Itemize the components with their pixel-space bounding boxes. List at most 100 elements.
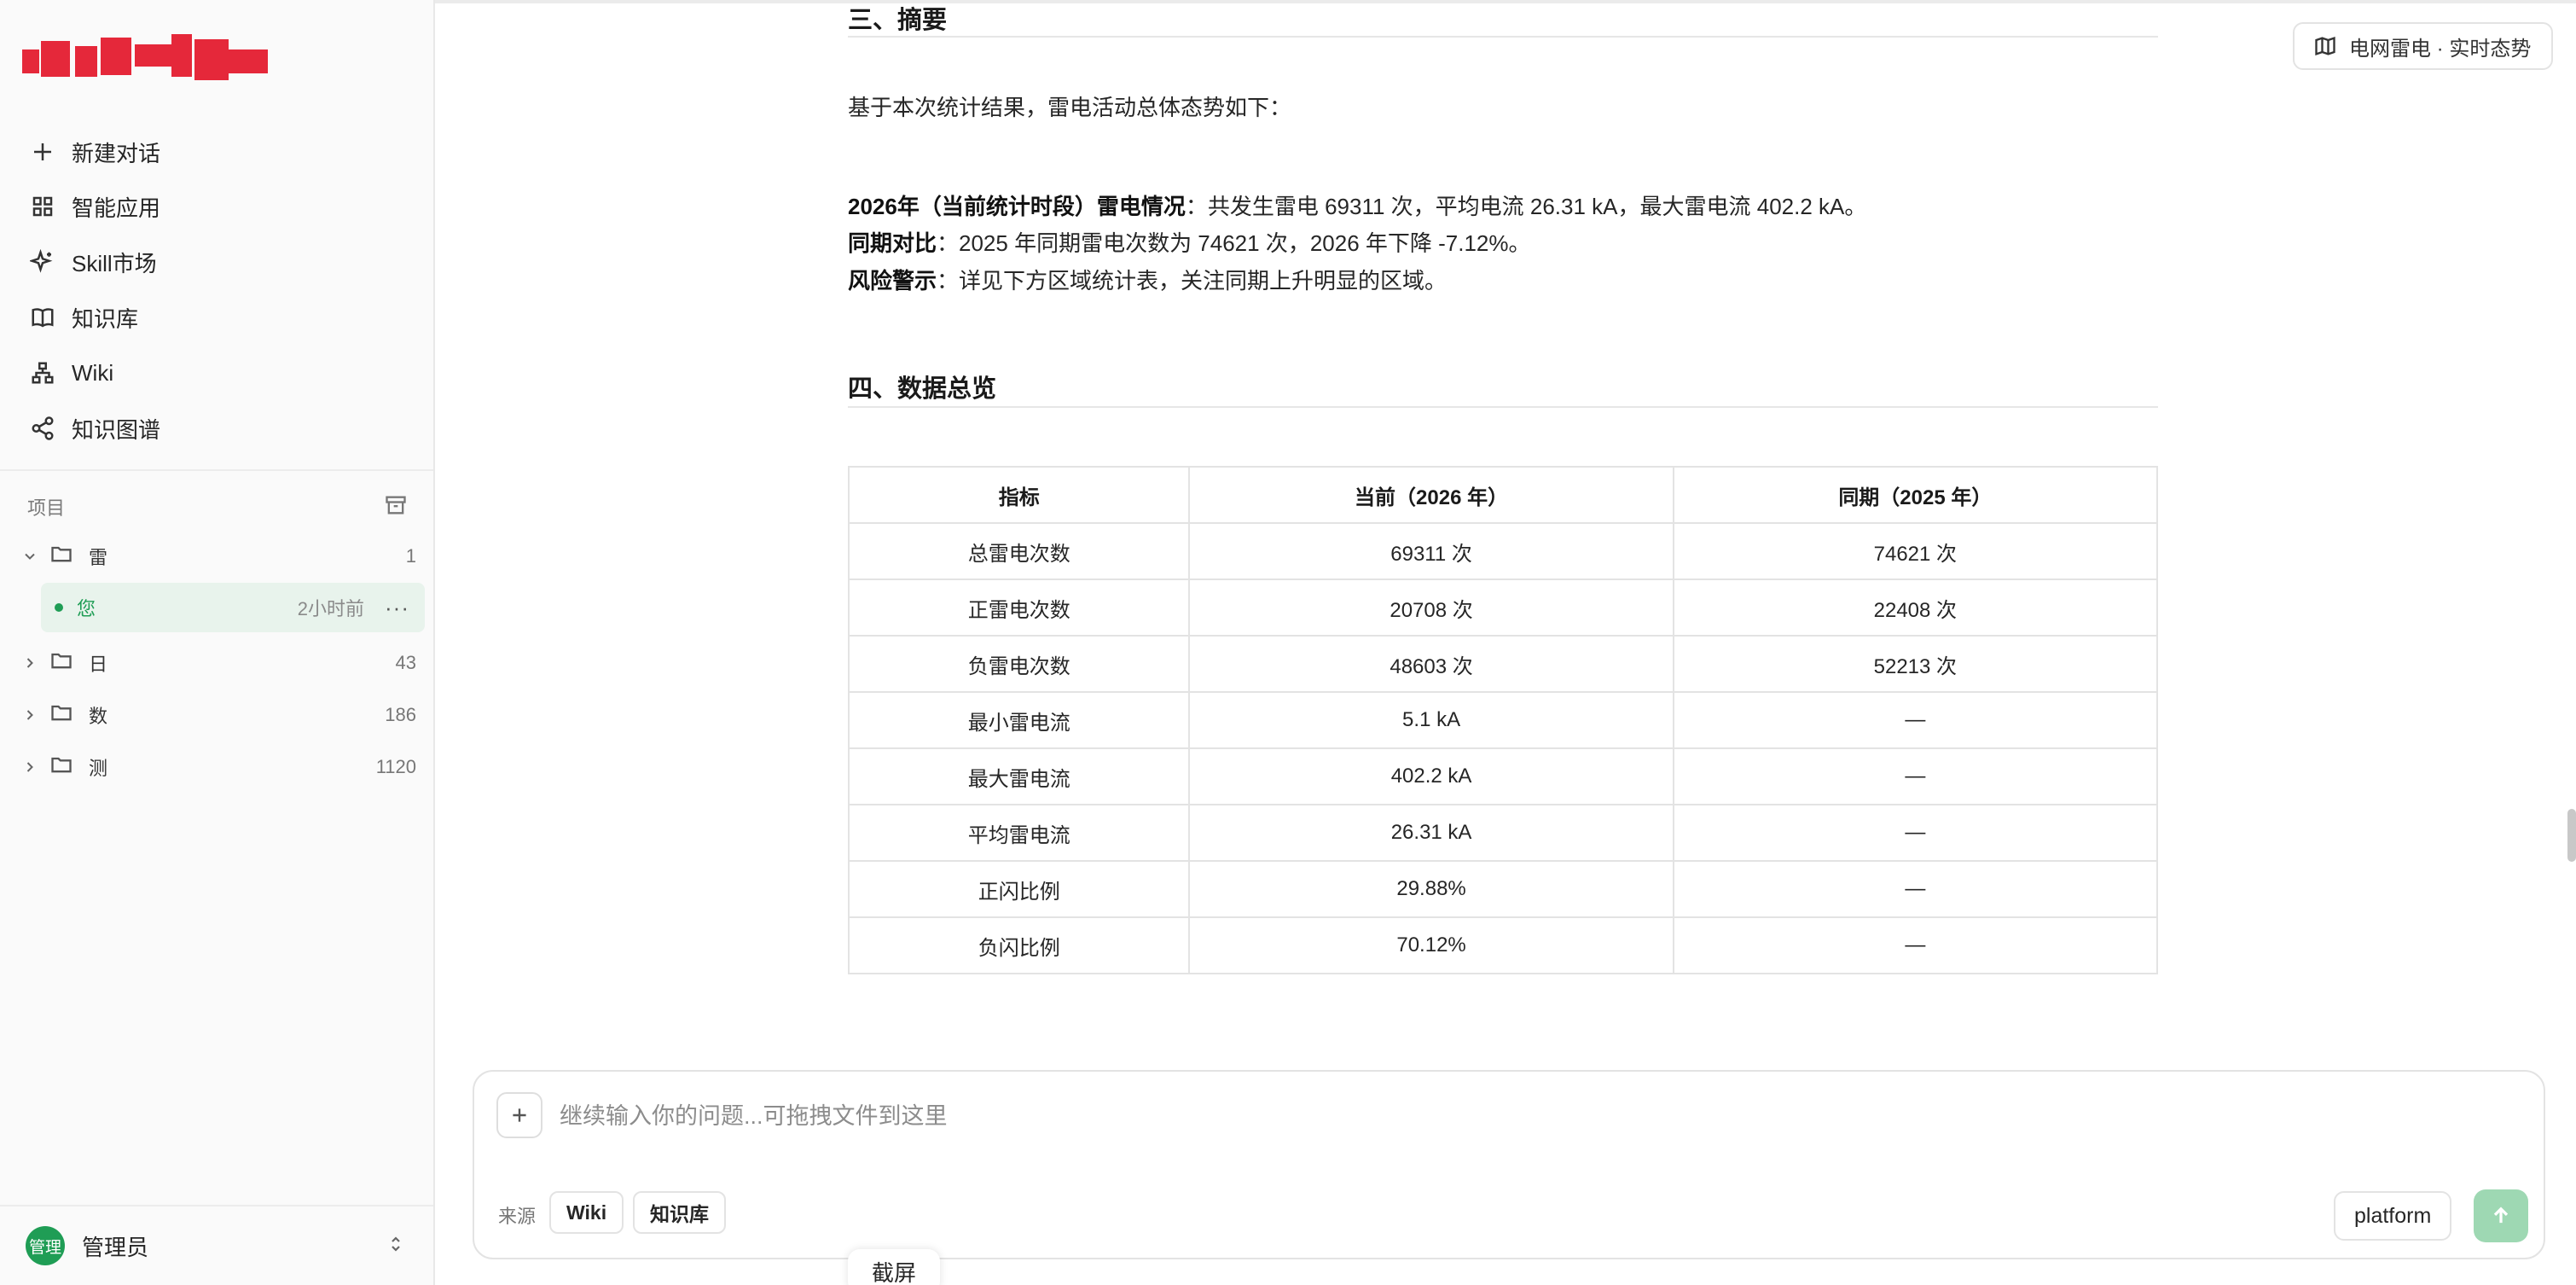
share-graph-icon: [26, 411, 60, 445]
brand-logo: [22, 31, 270, 89]
table-row: 平均雷电流 26.31 kA —: [847, 804, 2159, 862]
table-cell: 52213 次: [1672, 635, 2159, 693]
section-4-title: 四、数据总览: [848, 375, 997, 403]
chevron-right-icon[interactable]: [17, 654, 43, 672]
nav-label: 新建对话: [72, 140, 161, 166]
source-chip-knowledge-base[interactable]: 知识库: [633, 1191, 726, 1234]
plus-icon: [26, 135, 60, 169]
summary-line-current-text: ：共发生雷电 69311 次，平均电流 26.31 kA，最大雷电流 402.2…: [1185, 194, 1867, 219]
nav-knowledge-base[interactable]: 知识库: [26, 295, 418, 340]
table-row: 负雷电次数 48603 次 52213 次: [847, 635, 2159, 693]
top-tag-label: 电网雷电 · 实时态势: [2349, 37, 2532, 61]
nav-knowledge-graph[interactable]: 知识图谱: [26, 406, 418, 451]
project-name: 测: [89, 758, 108, 779]
folder-icon: [49, 753, 80, 782]
table-cell: 最小雷电流: [847, 691, 1191, 749]
platform-selector[interactable]: platform: [2334, 1191, 2452, 1241]
screenshot-button[interactable]: 截屏: [848, 1249, 940, 1285]
active-dot: [55, 603, 63, 612]
chat-composer: 来源 Wiki 知识库 platform: [473, 1070, 2545, 1259]
nav-label: 智能应用: [72, 195, 161, 221]
folder-icon: [49, 701, 80, 730]
nav-label: 知识库: [72, 305, 139, 332]
source-chip-wiki[interactable]: Wiki: [549, 1191, 624, 1234]
table-header-cell: 指标: [847, 466, 1191, 524]
projects-section-label: 项目: [27, 497, 66, 519]
project-count: 186: [385, 704, 416, 725]
table-cell: —: [1672, 691, 2159, 749]
chevron-down-icon[interactable]: [17, 548, 43, 565]
chevron-up-down-icon[interactable]: [386, 1234, 406, 1259]
chevron-right-icon[interactable]: [17, 706, 43, 724]
table-cell: 负闪比例: [847, 916, 1191, 974]
summary-line-current-label: 2026年（当前统计时段）雷电情况: [848, 194, 1186, 219]
workflow-icon: [26, 356, 60, 390]
folder-icon: [49, 542, 80, 571]
nav-skill-market[interactable]: Skill市场: [26, 240, 418, 284]
nav-label: 知识图谱: [72, 416, 161, 443]
user-menu[interactable]: 管理 管理员: [0, 1205, 433, 1285]
table-cell: 70.12%: [1188, 916, 1674, 974]
nav-wiki[interactable]: Wiki: [26, 351, 418, 395]
attach-button[interactable]: [496, 1092, 542, 1138]
table-cell: 总雷电次数: [847, 522, 1191, 580]
project-name: 日: [89, 654, 108, 675]
table-cell: —: [1672, 804, 2159, 862]
project-row[interactable]: 雷 1: [17, 532, 425, 581]
table-cell: 正雷电次数: [847, 579, 1191, 637]
arrow-up-icon: [2493, 1207, 2509, 1224]
table-row: 正闪比例 29.88% —: [847, 860, 2159, 918]
table-cell: —: [1672, 747, 2159, 805]
table-row: 最小雷电流 5.1 kA —: [847, 691, 2159, 749]
grid-icon: [26, 189, 60, 224]
sidebar-divider: [0, 469, 433, 471]
map-icon: [2315, 37, 2335, 55]
table-cell: 29.88%: [1188, 860, 1674, 918]
session-name: 您: [77, 598, 96, 619]
section-4-rule: [848, 406, 2158, 408]
table-cell: 69311 次: [1188, 522, 1674, 580]
project-count: 1120: [375, 756, 416, 777]
archive-icon[interactable]: [384, 493, 409, 519]
session-time: 2小时前: [297, 598, 365, 619]
plus-icon: [513, 1108, 526, 1122]
section-3-title: 三、摘要: [848, 7, 948, 34]
summary-intro: 基于本次统计结果，雷电活动总体态势如下：: [848, 95, 1292, 120]
table-cell: 402.2 kA: [1188, 747, 1674, 805]
project-row[interactable]: 日 43: [17, 638, 425, 688]
folder-icon: [49, 648, 80, 677]
realtime-situation-button[interactable]: 电网雷电 · 实时态势: [2293, 22, 2554, 70]
project-count: 1: [405, 545, 416, 567]
table-cell: 20708 次: [1188, 579, 1674, 637]
summary-line-risk-text: ：详见下方区域统计表，关注同期上升明显的区域。: [937, 268, 1448, 294]
book-icon: [26, 300, 60, 334]
summary-line-compare: 同期对比：2025 年同期雷电次数为 74621 次，2026 年下降 -7.1…: [848, 226, 1531, 258]
user-name: 管理员: [82, 1234, 149, 1260]
scrollbar-thumb[interactable]: [2567, 809, 2576, 862]
project-row[interactable]: 数 186: [17, 690, 425, 740]
summary-line-risk-label: 风险警示: [848, 268, 937, 294]
avatar: 管理: [26, 1226, 65, 1265]
summary-line-current: 2026年（当前统计时段）雷电情况：共发生雷电 69311 次，平均电流 26.…: [848, 189, 1866, 221]
table-row: 总雷电次数 69311 次 74621 次: [847, 522, 2159, 580]
table-cell: 正闪比例: [847, 860, 1191, 918]
chevron-right-icon[interactable]: [17, 759, 43, 776]
nav-new-chat[interactable]: 新建对话: [26, 130, 418, 174]
project-name: 雷: [89, 547, 108, 568]
source-label: 来源: [498, 1206, 537, 1227]
table-row: 正雷电次数 20708 次 22408 次: [847, 579, 2159, 637]
table-cell: 22408 次: [1672, 579, 2159, 637]
table-row: 负闪比例 70.12% —: [847, 916, 2159, 974]
table-header-cell: 当前（2026 年）: [1188, 466, 1674, 524]
table-cell: 26.31 kA: [1188, 804, 1674, 862]
chat-input[interactable]: [560, 1090, 2266, 1142]
project-row[interactable]: 测 1120: [17, 742, 425, 792]
session-item-active[interactable]: 您 2小时前 ···: [41, 583, 425, 632]
more-options-icon[interactable]: ···: [385, 595, 409, 621]
table-row: 最大雷电流 402.2 kA —: [847, 747, 2159, 805]
nav-smart-apps[interactable]: 智能应用: [26, 184, 418, 229]
project-name: 数: [89, 706, 108, 727]
summary-line-risk: 风险警示：详见下方区域统计表，关注同期上升明显的区域。: [848, 264, 1447, 295]
table-cell: 平均雷电流: [847, 804, 1191, 862]
send-button[interactable]: [2474, 1189, 2528, 1242]
